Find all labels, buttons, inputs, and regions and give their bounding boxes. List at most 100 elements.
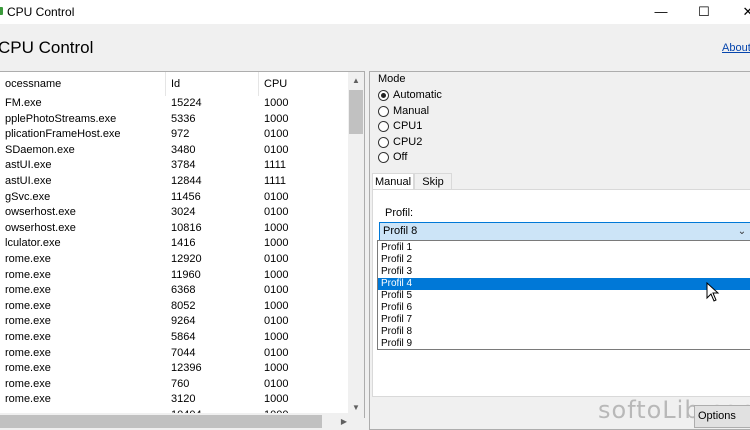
table-row[interactable]: owserhost.exe 3024 0100 (0, 205, 348, 221)
cell-id: 5336 (171, 112, 196, 125)
profil-dropdown-list[interactable]: Profil 1 Profil 2 Profil 3 Profil 4 Profil 5… (377, 240, 750, 350)
radio-label: Automatic (393, 89, 442, 101)
cell-id: 15224 (171, 97, 202, 109)
cell-processname: lculator.exe (5, 237, 61, 250)
cell-id: 5864 (171, 331, 196, 343)
cell-processname: rome.exe (5, 315, 51, 328)
profil-option[interactable]: Profil 8 (378, 326, 750, 338)
table-row[interactable]: plicationFrameHost.exe 972 0100 (0, 127, 348, 143)
page-title: CPU Control (0, 38, 94, 57)
cell-processname: FM.exe (5, 97, 42, 109)
column-header-cpu[interactable]: CPU (259, 72, 348, 96)
tab-skip[interactable]: Skip (414, 173, 452, 190)
cell-processname: rome.exe (5, 346, 51, 359)
cell-id: 3120 (171, 393, 196, 406)
cell-id: 12920 (171, 253, 202, 265)
radio-label: Manual (393, 104, 430, 117)
table-row[interactable]: FM.exe 15224 1000 (0, 96, 348, 112)
cell-id: 972 (171, 128, 190, 141)
cell-cpu: 0100 (264, 253, 289, 265)
window-title: CPU Control (7, 5, 75, 19)
cell-id: 12396 (171, 362, 202, 375)
cell-cpu: 0100 (264, 206, 289, 219)
close-button[interactable]: ✕ (725, 0, 750, 24)
profil-option[interactable]: Profil 2 (378, 254, 750, 266)
vertical-scroll-thumb[interactable] (349, 90, 363, 134)
profil-option[interactable]: Profil 3 (378, 266, 750, 278)
horizontal-scrollbar[interactable]: ▶ (0, 413, 364, 430)
radio-circle[interactable] (378, 90, 389, 101)
options-button[interactable]: Options (694, 405, 750, 428)
tab-manual[interactable]: Manual (372, 173, 414, 190)
cell-cpu: 1000 (264, 393, 289, 406)
mouse-cursor-icon (706, 282, 720, 302)
table-row[interactable]: rome.exe 6368 0100 (0, 283, 348, 299)
cell-id: 9264 (171, 315, 196, 328)
radio-circle[interactable] (378, 152, 389, 163)
profil-option[interactable]: Profil 1 (378, 242, 750, 254)
cell-cpu: 0100 (264, 346, 289, 359)
profil-selected-value: Profil 8 (383, 225, 418, 237)
about-link[interactable]: About (722, 42, 750, 54)
title-bar: CPU Control — ☐ ✕ (0, 0, 750, 24)
table-row[interactable]: gSvc.exe 11456 0100 (0, 190, 348, 206)
radio-circle[interactable] (378, 105, 389, 117)
scroll-right-icon[interactable]: ▶ (336, 414, 352, 430)
table-row[interactable]: rome.exe 12396 1000 (0, 361, 348, 377)
list-header: ocessname Id CPU (0, 72, 348, 96)
cell-processname: rome.exe (5, 268, 51, 281)
cell-cpu: 1111 (264, 159, 287, 172)
cell-id: 3024 (171, 206, 196, 219)
table-row[interactable]: rome.exe 12920 0100 (0, 252, 348, 268)
chevron-down-icon[interactable]: ⌄ (734, 223, 750, 240)
cell-processname: rome.exe (5, 331, 51, 343)
table-row[interactable]: rome.exe 7044 0100 (0, 346, 348, 362)
column-header-processname[interactable]: ocessname (0, 72, 166, 96)
process-list[interactable]: ocessname Id CPU FM.exe 15224 1000 pplePhot… (0, 71, 365, 418)
table-row[interactable]: rome.exe 5864 1000 (0, 330, 348, 346)
profil-option[interactable]: Profil 5 (378, 290, 750, 302)
cell-processname: astUI.exe (5, 175, 52, 187)
table-row[interactable]: rome.exe 8052 1000 (0, 299, 348, 315)
cell-cpu: 0100 (264, 190, 289, 203)
cell-processname: gSvc.exe (5, 190, 51, 203)
table-row[interactable]: owserhost.exe 10816 1000 (0, 221, 348, 237)
table-row[interactable]: lculator.exe 1416 1000 (0, 236, 348, 252)
horizontal-scroll-thumb[interactable] (0, 415, 322, 428)
radio-circle[interactable] (378, 136, 389, 148)
table-row[interactable]: pplePhotoStreams.exe 5336 1000 (0, 112, 348, 128)
table-row[interactable]: rome.exe 3120 1000 (0, 392, 348, 408)
cell-processname: owserhost.exe (5, 206, 76, 219)
radio-circle[interactable] (378, 121, 389, 132)
table-row[interactable]: astUI.exe 12844 1111 (0, 174, 348, 190)
cell-cpu: 1000 (264, 112, 289, 125)
minimize-button[interactable]: — (638, 0, 684, 24)
profil-option[interactable]: Profil 9 (378, 338, 750, 350)
table-row[interactable]: rome.exe 11960 1000 (0, 268, 348, 284)
table-row[interactable]: rome.exe 9264 0100 (0, 314, 348, 330)
scroll-up-icon[interactable]: ▲ (348, 73, 364, 89)
table-row[interactable]: SDaemon.exe 3480 0100 (0, 143, 348, 159)
column-header-id[interactable]: Id (166, 72, 259, 96)
vertical-scrollbar[interactable]: ▲ ▼ (348, 72, 364, 417)
profil-option[interactable]: Profil 7 (378, 314, 750, 326)
cell-id: 11960 (171, 268, 201, 281)
profil-option[interactable]: Profil 4 (378, 278, 750, 290)
maximize-button[interactable]: ☐ (681, 0, 727, 24)
radio-label: CPU2 (393, 135, 423, 148)
cell-cpu: 0100 (264, 284, 289, 297)
cell-cpu: 0100 (264, 143, 289, 156)
table-row[interactable]: astUI.exe 3784 1111 (0, 158, 348, 174)
radio-label: Off (393, 151, 408, 163)
profil-option[interactable]: Profil 6 (378, 302, 750, 314)
cell-cpu: 1000 (264, 221, 289, 234)
cell-cpu: 0100 (264, 377, 289, 390)
cell-id: 3784 (171, 159, 196, 172)
cell-id: 11456 (171, 190, 201, 203)
table-row[interactable]: rome.exe 760 0100 (0, 377, 348, 393)
cell-cpu: 1000 (264, 299, 289, 312)
profil-select[interactable]: Profil 8 ⌄ (379, 222, 750, 241)
cell-processname: pplePhotoStreams.exe (5, 112, 117, 125)
cell-cpu: 1000 (264, 331, 289, 343)
cell-cpu: 1000 (264, 97, 289, 109)
